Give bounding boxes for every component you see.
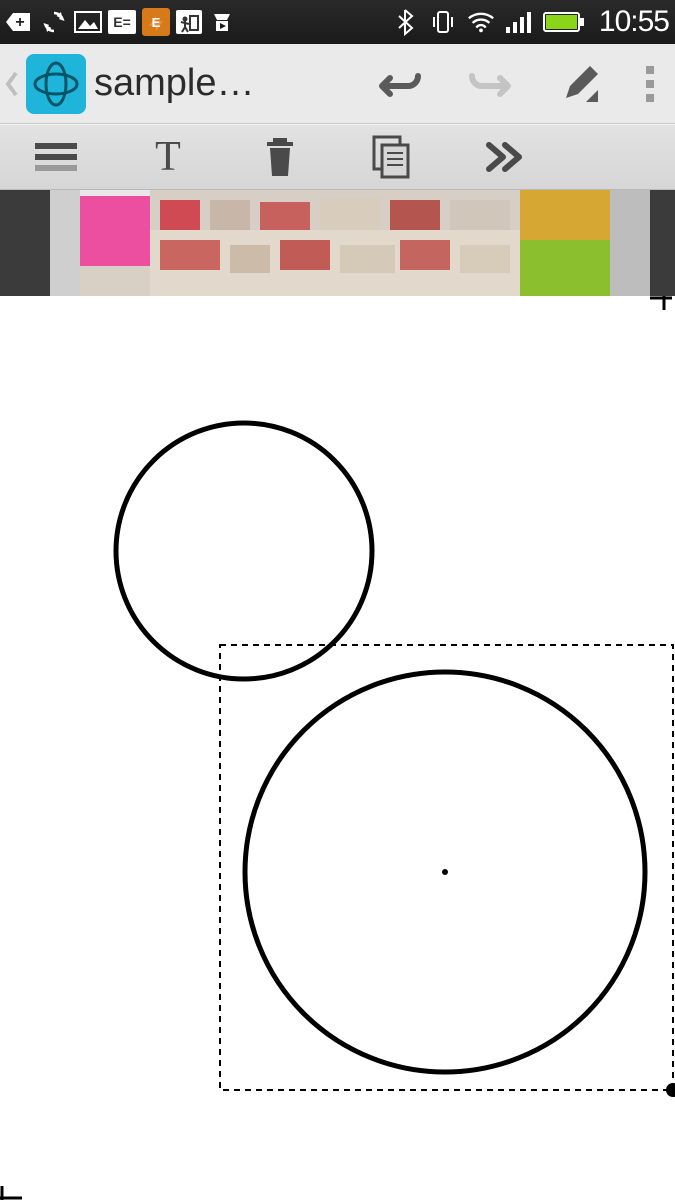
shape-center-dot: [442, 869, 448, 875]
back-chevron-icon[interactable]: [0, 44, 24, 124]
sync-icon: [40, 8, 68, 36]
pen-button[interactable]: [535, 44, 625, 124]
bluetooth-icon: [391, 8, 419, 36]
image-icon: [74, 8, 102, 36]
app-icon[interactable]: [26, 54, 86, 114]
battery-icon: [543, 8, 585, 36]
copy-button[interactable]: [336, 124, 448, 190]
edit-toolbar: T: [0, 124, 675, 190]
ee-badge-icon: E=: [108, 10, 136, 34]
document-title[interactable]: sample…: [94, 62, 255, 105]
app-titlebar: sample…: [0, 44, 675, 124]
orange-badge-icon: E: [142, 8, 170, 36]
text-tool-label: T: [155, 133, 181, 181]
text-tool-button[interactable]: T: [112, 124, 224, 190]
wifi-icon: [467, 8, 495, 36]
status-bar: + E= E 10:55: [0, 0, 675, 44]
delete-button[interactable]: [224, 124, 336, 190]
selection-handle-br[interactable]: [666, 1083, 675, 1097]
exit-icon: [176, 10, 202, 34]
svg-text:E: E: [152, 15, 161, 30]
undo-button[interactable]: [355, 44, 445, 124]
signal-icon: [505, 8, 533, 36]
overflow-button[interactable]: [625, 44, 675, 124]
ad-banner[interactable]: [0, 190, 675, 296]
selection-rectangle[interactable]: [220, 645, 673, 1090]
plus-flag-icon: +: [6, 8, 34, 36]
drawing-canvas[interactable]: [0, 296, 675, 1200]
menu-button[interactable]: [0, 124, 112, 190]
status-clock: 10:55: [599, 5, 669, 39]
vibrate-icon: [429, 8, 457, 36]
shape-circle-1[interactable]: [116, 423, 372, 679]
redo-button[interactable]: [445, 44, 535, 124]
play-store-icon: [208, 8, 236, 36]
svg-text:+: +: [15, 14, 24, 31]
more-tools-button[interactable]: [448, 124, 560, 190]
